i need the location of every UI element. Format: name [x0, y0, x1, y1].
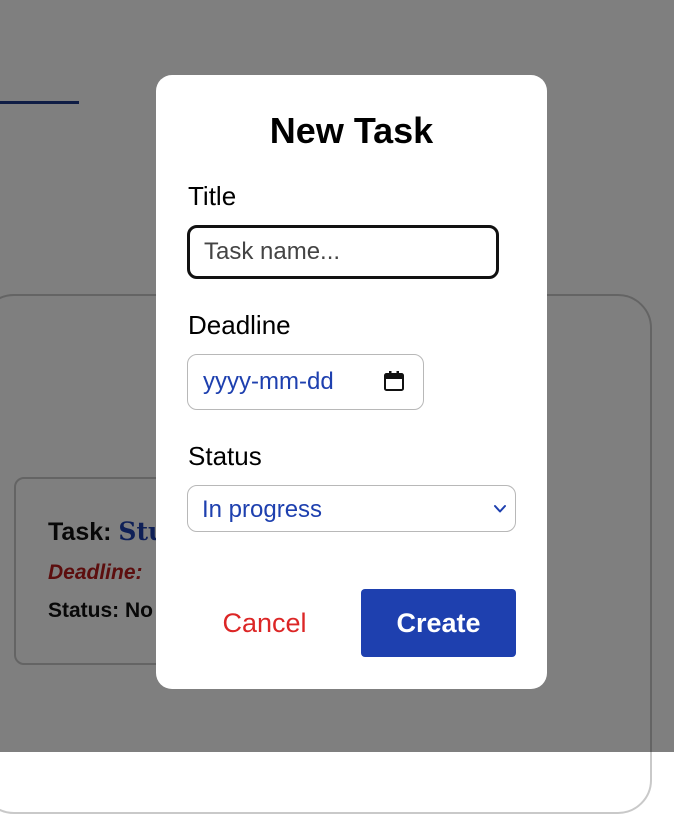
status-label: Status: [188, 441, 262, 471]
dialog-title: New Task: [269, 110, 434, 151]
chevron-down-icon: [494, 505, 506, 513]
new-task-dialog: New Task Title Deadline yyyy-mm-dd Statu…: [156, 75, 547, 689]
deadline-label: Deadline: [188, 310, 291, 340]
calendar-icon[interactable]: [383, 370, 405, 392]
title-label: Title: [188, 181, 237, 211]
create-button[interactable]: Create: [361, 589, 516, 657]
deadline-placeholder: yyyy-mm-dd: [203, 368, 334, 395]
status-selected-value: In progress: [202, 496, 323, 523]
cancel-button[interactable]: Cancel: [187, 589, 342, 657]
deadline-input[interactable]: yyyy-mm-dd: [187, 354, 424, 410]
title-input[interactable]: [187, 225, 499, 279]
status-select[interactable]: In progress: [187, 485, 516, 532]
